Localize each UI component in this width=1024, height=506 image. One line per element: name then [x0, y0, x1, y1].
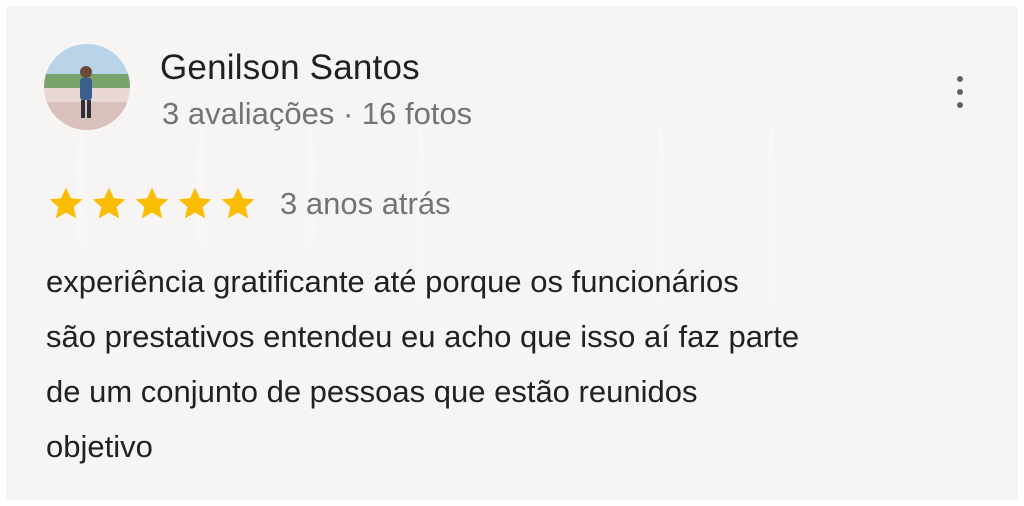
review-text-line: de um conjunto de pessoas que estão reun… [46, 374, 698, 409]
more-vert-icon [957, 102, 963, 108]
review-card: Genilson Santos 3 avaliações · 16 fotos … [6, 6, 1018, 500]
author-avatar[interactable] [44, 44, 130, 130]
author-name[interactable]: Genilson Santos [160, 48, 420, 88]
rating-row: 3 anos atrás [46, 184, 451, 224]
star-icon [49, 187, 83, 219]
more-vert-icon [957, 76, 963, 82]
more-options-button[interactable] [942, 72, 978, 112]
star-icon [221, 187, 255, 219]
star-icon [92, 187, 126, 219]
review-text-line: são prestativos entendeu eu acho que iss… [46, 319, 800, 354]
star-icon [135, 187, 169, 219]
author-stats: 3 avaliações · 16 fotos [162, 96, 473, 131]
review-text-line: objetivo [46, 429, 153, 464]
review-text: experiência gratificante até porque os f… [46, 254, 996, 474]
avatar-photo [44, 44, 130, 130]
review-text-line: experiência gratificante até porque os f… [46, 264, 739, 299]
review-date: 3 anos atrás [280, 186, 451, 221]
star-rating [46, 184, 258, 224]
more-vert-icon [957, 89, 963, 95]
star-icon [178, 187, 212, 219]
